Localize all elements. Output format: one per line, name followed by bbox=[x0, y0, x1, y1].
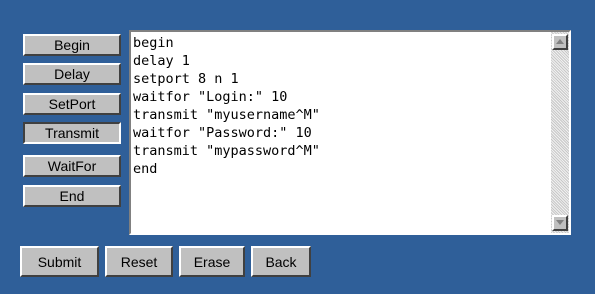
script-textarea[interactable]: begin delay 1 setport 8 n 1 waitfor "Log… bbox=[129, 30, 571, 235]
up-arrow-icon bbox=[556, 39, 564, 44]
submit-button[interactable]: Submit bbox=[20, 246, 99, 277]
erase-button[interactable]: Erase bbox=[179, 246, 245, 277]
scroll-up-button[interactable] bbox=[552, 34, 568, 50]
setport-button[interactable]: SetPort bbox=[23, 93, 121, 115]
script-text[interactable]: begin delay 1 setport 8 n 1 waitfor "Log… bbox=[133, 34, 549, 233]
down-arrow-icon bbox=[556, 220, 564, 225]
transmit-button[interactable]: Transmit bbox=[23, 122, 121, 144]
delay-button[interactable]: Delay bbox=[23, 63, 121, 85]
reset-button[interactable]: Reset bbox=[105, 246, 173, 277]
scroll-down-button[interactable] bbox=[552, 215, 568, 231]
vertical-scrollbar[interactable] bbox=[551, 32, 569, 233]
end-button[interactable]: End bbox=[23, 185, 121, 207]
back-button[interactable]: Back bbox=[251, 246, 311, 277]
waitfor-button[interactable]: WaitFor bbox=[23, 155, 121, 177]
begin-button[interactable]: Begin bbox=[23, 34, 121, 56]
